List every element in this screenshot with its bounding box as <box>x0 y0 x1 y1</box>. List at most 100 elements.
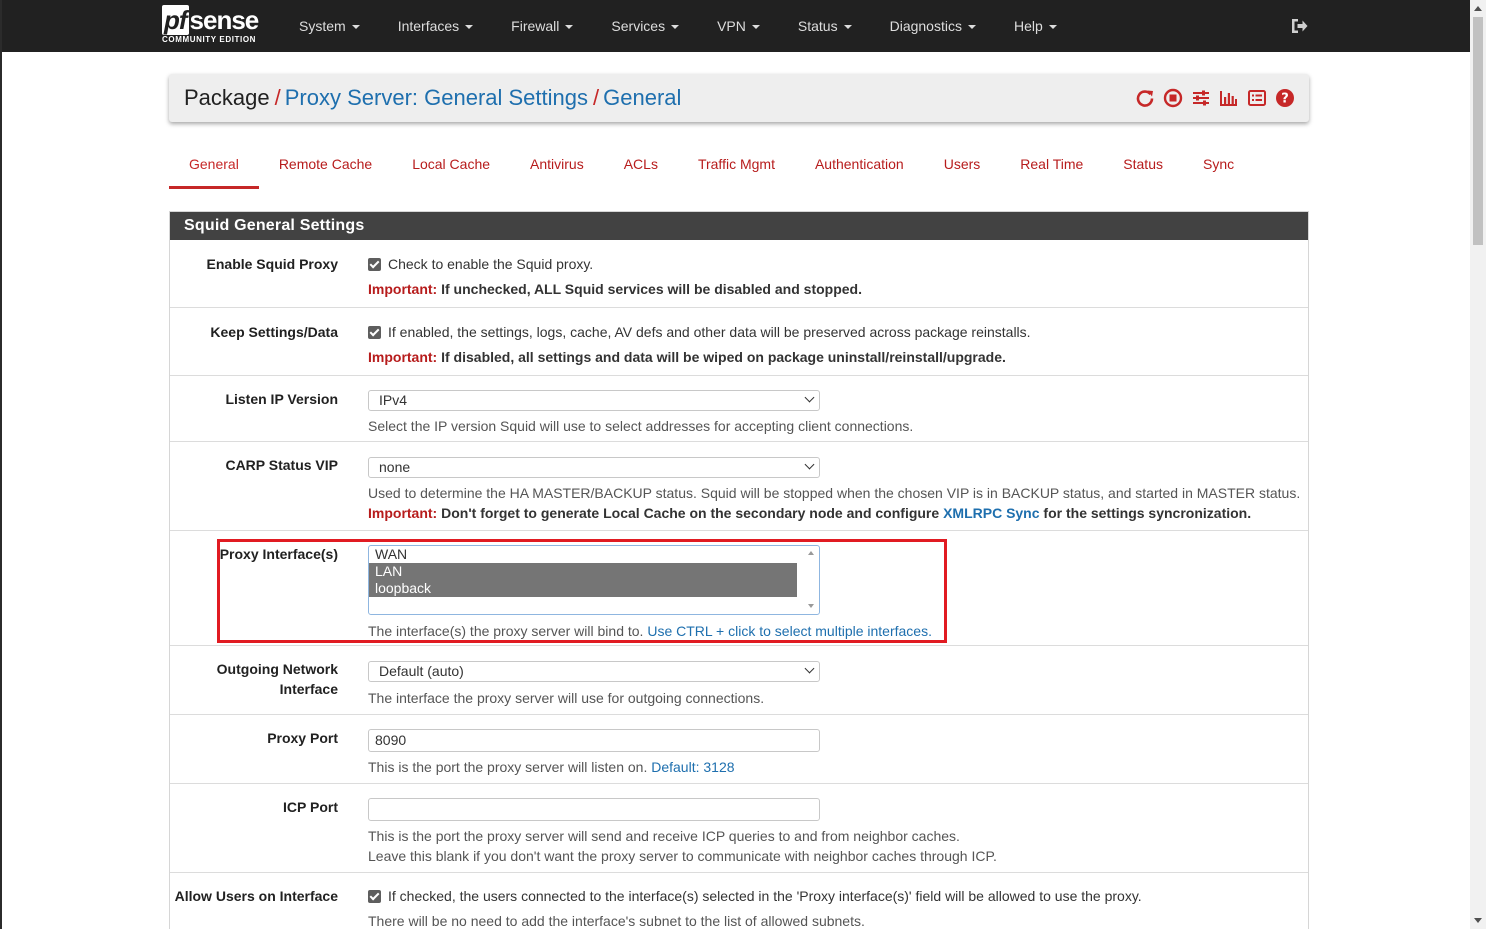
caret-down-icon <box>465 25 474 30</box>
header-actions: ? <box>1135 88 1295 108</box>
proxy-interfaces-label: Proxy Interface(s) <box>219 546 338 562</box>
row-icp-port: ICP Port This is the port the proxy serv… <box>170 784 1308 873</box>
allow-users-help: There will be no need to add the interfa… <box>368 913 865 929</box>
nav-diagnostics[interactable]: Diagnostics <box>871 0 995 52</box>
option-lan[interactable]: LAN <box>369 563 797 580</box>
caret-down-icon <box>351 25 360 30</box>
stop-icon[interactable] <box>1163 88 1183 108</box>
tab-status[interactable]: Status <box>1103 145 1183 189</box>
main-menu: System Interfaces Firewall Services VPN … <box>280 0 1076 52</box>
carp-status-vip-help: Used to determine the HA MASTER/BACKUP s… <box>368 485 1301 501</box>
svg-text:?: ? <box>1281 92 1289 107</box>
xmlrpc-sync-link[interactable]: XMLRPC Sync <box>943 505 1039 521</box>
breadcrumb-proxy-server[interactable]: Proxy Server: General Settings <box>285 85 588 110</box>
settings-sliders-icon[interactable] <box>1191 88 1211 108</box>
tab-sync[interactable]: Sync <box>1183 145 1254 189</box>
breadcrumb-separator: / <box>274 85 281 110</box>
listen-ip-version-label: Listen IP Version <box>225 391 338 407</box>
nav-system[interactable]: System <box>280 0 379 52</box>
proxy-interfaces-multiselect[interactable]: WAN LAN loopback <box>368 545 820 615</box>
icp-port-label: ICP Port <box>283 799 338 815</box>
proxy-port-label: Proxy Port <box>267 730 338 746</box>
nav-interfaces[interactable]: Interfaces <box>379 0 492 52</box>
enable-squid-important: If unchecked, ALL Squid services will be… <box>441 281 862 297</box>
proxy-port-help: This is the port the proxy server will l… <box>368 759 648 775</box>
caret-down-icon <box>751 25 760 30</box>
keep-settings-important: If disabled, all settings and data will … <box>441 349 1006 365</box>
scroll-down-arrow-icon[interactable] <box>1474 918 1482 923</box>
listen-ip-version-help: Select the IP version Squid will use to … <box>368 418 914 434</box>
tab-local-cache[interactable]: Local Cache <box>392 145 510 189</box>
carp-status-vip-select[interactable]: none <box>368 457 820 478</box>
top-navbar: pf sense COMMUNITY EDITION System Interfa… <box>2 0 1470 52</box>
scroll-up-icon[interactable] <box>808 551 814 555</box>
row-proxy-port: Proxy Port 8090 This is the port the pro… <box>170 715 1308 784</box>
row-carp-status-vip: CARP Status VIP none Used to determine t… <box>170 442 1308 531</box>
row-enable-squid: Enable Squid Proxy Check to enable the S… <box>170 240 1308 308</box>
breadcrumb-separator: / <box>593 85 600 110</box>
page-scrollbar[interactable] <box>1470 0 1486 929</box>
nav-services[interactable]: Services <box>592 0 698 52</box>
enable-squid-label: Enable Squid Proxy <box>206 256 338 272</box>
sign-out-icon[interactable] <box>1289 16 1309 36</box>
row-keep-settings: Keep Settings/Data If enabled, the setti… <box>170 308 1308 376</box>
pfsense-logo[interactable]: pf sense COMMUNITY EDITION <box>162 5 259 45</box>
help-icon[interactable]: ? <box>1275 88 1295 108</box>
row-proxy-interfaces: Proxy Interface(s) WAN LAN loopback The … <box>170 531 1308 646</box>
breadcrumb: Package / Proxy Server: General Settings / G… <box>184 84 681 112</box>
important-label: Important: <box>368 281 438 297</box>
breadcrumb-package: Package <box>184 85 270 110</box>
keep-settings-checkbox[interactable] <box>368 326 381 339</box>
icp-port-input[interactable] <box>368 798 820 821</box>
breadcrumb-general[interactable]: General <box>603 85 681 110</box>
proxy-port-default: Default: 3128 <box>651 759 735 775</box>
nav-status[interactable]: Status <box>779 0 871 52</box>
keep-settings-label: Keep Settings/Data <box>210 324 338 340</box>
icp-port-help-2: Leave this blank if you don't want the p… <box>368 848 997 864</box>
allow-users-checkbox[interactable] <box>368 890 381 903</box>
tab-antivirus[interactable]: Antivirus <box>510 145 604 189</box>
tab-users[interactable]: Users <box>924 145 1001 189</box>
tab-traffic-mgmt[interactable]: Traffic Mgmt <box>678 145 795 189</box>
outgoing-interface-select[interactable]: Default (auto) <box>368 661 820 682</box>
settings-tabs: General Remote Cache Local Cache Antivir… <box>169 145 1254 189</box>
carp-status-vip-label: CARP Status VIP <box>225 457 338 473</box>
page: pf sense COMMUNITY EDITION System Interfa… <box>0 0 1470 929</box>
log-list-icon[interactable] <box>1247 88 1267 108</box>
allow-users-label: Allow Users on Interface <box>174 888 338 904</box>
tab-remote-cache[interactable]: Remote Cache <box>259 145 392 189</box>
tab-general[interactable]: General <box>169 145 259 189</box>
tab-authentication[interactable]: Authentication <box>795 145 924 189</box>
scroll-down-icon[interactable] <box>808 604 814 608</box>
proxy-port-input[interactable]: 8090 <box>368 729 820 752</box>
option-loopback[interactable]: loopback <box>369 580 797 597</box>
important-label: Important: <box>368 349 438 365</box>
nav-firewall[interactable]: Firewall <box>492 0 592 52</box>
edition-label: COMMUNITY EDITION <box>162 35 257 44</box>
allow-users-text: If checked, the users connected to the i… <box>388 888 1142 904</box>
caret-down-icon <box>1048 25 1057 30</box>
tab-real-time[interactable]: Real Time <box>1000 145 1103 189</box>
multi-select-hint: Use CTRL + click to select multiple inte… <box>647 623 932 639</box>
chart-icon[interactable] <box>1219 88 1239 108</box>
proxy-interfaces-help: The interface(s) the proxy server will b… <box>368 623 644 639</box>
enable-squid-checkbox[interactable] <box>368 258 381 271</box>
page-header: Package / Proxy Server: General Settings / G… <box>169 74 1309 122</box>
scrollbar-thumb[interactable] <box>1473 17 1483 245</box>
option-wan[interactable]: WAN <box>369 546 797 563</box>
tab-acls[interactable]: ACLs <box>604 145 678 189</box>
restart-icon[interactable] <box>1135 88 1155 108</box>
nav-vpn[interactable]: VPN <box>698 0 779 52</box>
squid-general-settings-panel: Squid General Settings Enable Squid Prox… <box>169 211 1309 929</box>
listbox-scrollbar[interactable] <box>803 546 819 614</box>
caret-down-icon <box>565 25 574 30</box>
chevron-down-icon <box>804 392 815 403</box>
chevron-down-icon <box>804 663 815 674</box>
panel-title: Squid General Settings <box>170 212 1308 240</box>
listen-ip-version-select[interactable]: IPv4 <box>368 390 820 411</box>
scroll-up-arrow-icon[interactable] <box>1474 6 1482 11</box>
enable-squid-text: Check to enable the Squid proxy. <box>388 256 594 272</box>
row-outgoing-interface: Outgoing Network Interface Default (auto)… <box>170 646 1308 715</box>
keep-settings-text: If enabled, the settings, logs, cache, A… <box>388 324 1031 340</box>
nav-help[interactable]: Help <box>995 0 1076 52</box>
